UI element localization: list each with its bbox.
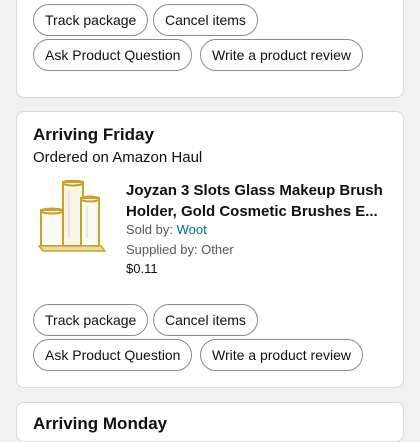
ask-product-question-button[interactable]: Ask Product Question <box>33 339 193 371</box>
order-card-previous: Track package Cancel items Ask Product Q… <box>16 0 404 98</box>
product-title-link[interactable]: Joyzan 3 Slots Glass Makeup Brush Holder… <box>126 180 388 222</box>
write-review-button[interactable]: Write a product review <box>200 339 364 371</box>
delivery-status-title: Arriving Friday <box>33 125 154 144</box>
sold-by-line: Sold by: Woot <box>126 222 207 237</box>
write-review-button[interactable]: Write a product review <box>200 39 364 71</box>
order-card: Arriving Friday Ordered on Amazon Haul J… <box>16 111 404 388</box>
order-source-text: Ordered on Amazon Haul <box>33 149 203 166</box>
track-package-button[interactable]: Track package <box>33 4 149 36</box>
supplied-by-line: Supplied by: Other <box>126 242 234 257</box>
cancel-items-button[interactable]: Cancel items <box>153 4 258 36</box>
track-package-button[interactable]: Track package <box>33 304 149 336</box>
next-delivery-status-title: Arriving Monday <box>33 414 168 433</box>
item-price: $0.11 <box>126 261 158 276</box>
cancel-items-button[interactable]: Cancel items <box>153 304 258 336</box>
sold-by-label: Sold by: <box>126 222 173 237</box>
product-thumbnail[interactable] <box>33 179 109 256</box>
makeup-brush-holder-image <box>37 179 107 252</box>
order-card-next: Arriving Monday <box>16 402 404 442</box>
seller-link[interactable]: Woot <box>177 222 207 237</box>
ask-product-question-button[interactable]: Ask Product Question <box>33 39 193 71</box>
